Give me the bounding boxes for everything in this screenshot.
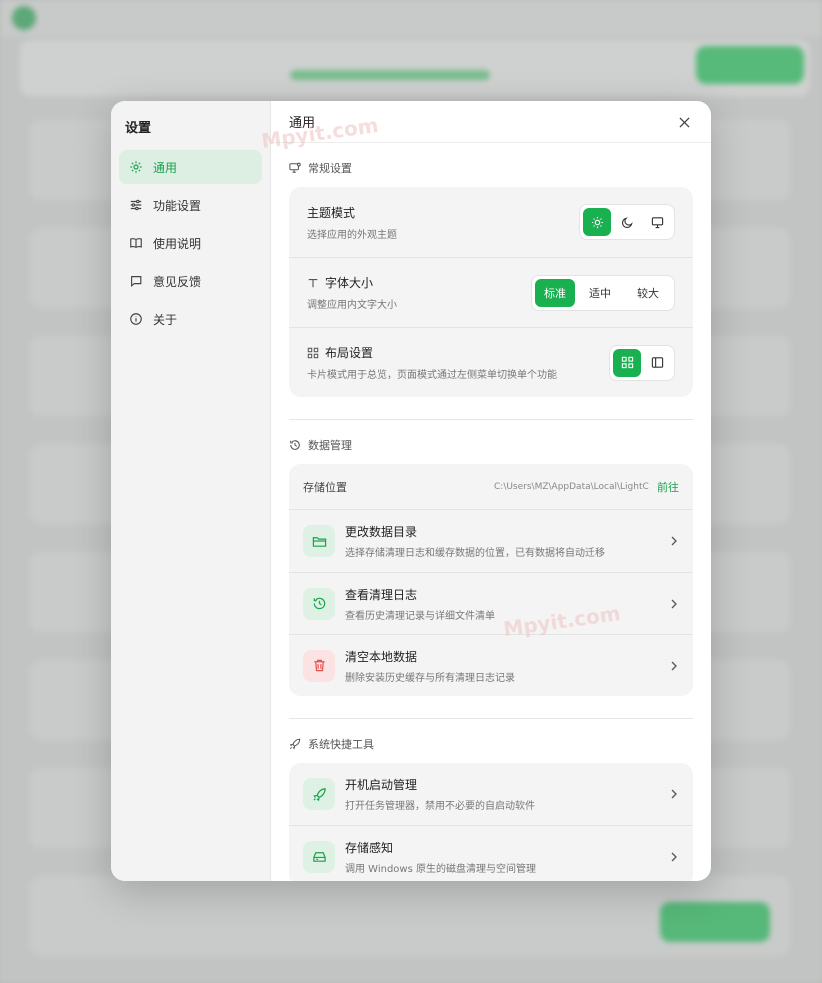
settings-content: 常规设置 主题模式 选择应用的外观主题 字体大小 调整应用内文字大小 标准 适中… <box>271 155 711 881</box>
theme-desc: 选择应用的外观主题 <box>307 229 397 241</box>
storage-label: 存储位置 <box>303 480 347 494</box>
sidebar-item-label: 使用说明 <box>153 236 202 251</box>
section-data-title: 数据管理 <box>289 432 693 458</box>
font-title: 字体大小 <box>307 274 397 291</box>
font-desc: 调整应用内文字大小 <box>307 300 397 311</box>
sidebar-item-features[interactable]: 功能设置 <box>119 188 262 222</box>
bg-progress <box>290 70 490 80</box>
layout-desc: 卡片模式用于总览，页面模式通过左侧菜单切换单个功能 <box>307 370 557 381</box>
font-row: 字体大小 调整应用内文字大小 标准 适中 较大 <box>289 257 693 327</box>
trash-icon <box>313 659 325 672</box>
font-medium-button[interactable]: 适中 <box>577 279 623 307</box>
page-title: 通用 <box>289 116 316 131</box>
layout-page-button[interactable] <box>643 349 671 377</box>
bg-button-2 <box>660 902 770 942</box>
theme-light-button[interactable] <box>583 208 611 236</box>
sun-icon <box>591 216 603 228</box>
drive-icon-box <box>303 840 335 873</box>
sidebar-item-about[interactable]: 关于 <box>119 302 262 336</box>
bg-logo <box>12 6 36 30</box>
drive-icon <box>312 852 326 862</box>
layout-card-button[interactable] <box>613 348 641 377</box>
main-header: 通用 <box>271 101 711 143</box>
rocket-small-icon <box>289 738 301 750</box>
layout-title: 布局设置 <box>307 344 557 361</box>
sidebar-item-label: 通用 <box>153 160 178 175</box>
folder-icon-box <box>303 525 335 557</box>
bg-header <box>20 40 810 96</box>
divider <box>289 419 693 420</box>
sidebar-item-guide[interactable]: 使用说明 <box>119 226 262 260</box>
close-icon <box>678 116 690 128</box>
layout-selector <box>609 344 675 381</box>
monitor-settings-icon <box>289 162 301 173</box>
tools-card: 开机启动管理 打开任务管理器，禁用不必要的自启动软件 存储感知 调用 Windo… <box>289 763 693 881</box>
sidebar-title: 设置 <box>125 121 152 136</box>
bg-topbar <box>0 0 822 36</box>
book-icon <box>129 236 143 250</box>
clear-local-data-row[interactable]: 清空本地数据 删除安装历史缓存与所有清理日志记录 <box>289 634 693 696</box>
rocket-icon <box>312 787 326 801</box>
font-large-button[interactable]: 较大 <box>625 279 671 307</box>
section-general-title: 常规设置 <box>289 155 693 181</box>
font-standard-button[interactable]: 标准 <box>535 278 575 307</box>
sidebar-item-label: 意见反馈 <box>153 274 202 289</box>
gear-icon <box>129 160 143 174</box>
theme-row: 主题模式 选择应用的外观主题 <box>289 187 693 257</box>
rocket-icon-box <box>303 778 335 810</box>
general-card: 主题模式 选择应用的外观主题 字体大小 调整应用内文字大小 标准 适中 较大 布… <box>289 187 693 397</box>
sidebar-item-label: 功能设置 <box>153 198 202 213</box>
view-clean-log-row[interactable]: 查看清理日志 查看历史清理记录与详细文件清单 <box>289 572 693 634</box>
sliders-icon <box>129 198 143 212</box>
grid-icon <box>621 356 633 369</box>
panel-icon <box>651 357 663 368</box>
chevron-right-icon <box>671 599 677 608</box>
grid-small-icon <box>307 347 319 358</box>
section-tools-title: 系统快捷工具 <box>289 731 693 757</box>
data-card: 存储位置 C:\Users\MZ\AppData\Local\LightC 前往… <box>289 464 693 696</box>
theme-title: 主题模式 <box>307 205 356 220</box>
chevron-right-icon <box>671 852 677 861</box>
layout-row: 布局设置 卡片模式用于总览，页面模式通过左侧菜单切换单个功能 <box>289 327 693 397</box>
settings-dialog: 设置 通用 功能设置 使用说明 意见反馈 关于 通用 Mpyit.com Mpy… <box>111 101 711 881</box>
settings-sidebar: 设置 通用 功能设置 使用说明 意见反馈 关于 <box>111 101 271 881</box>
moon-icon <box>621 216 633 228</box>
sidebar-item-feedback[interactable]: 意见反馈 <box>119 264 262 298</box>
folder-icon <box>312 536 326 547</box>
monitor-icon <box>651 216 663 228</box>
history-icon <box>313 597 325 610</box>
chevron-right-icon <box>671 536 677 546</box>
font-size-selector: 标准 适中 较大 <box>531 274 675 311</box>
theme-dark-button[interactable] <box>613 208 641 236</box>
history-small-icon <box>290 440 300 450</box>
history-icon-box <box>303 587 335 620</box>
storage-path: C:\Users\MZ\AppData\Local\LightC <box>494 481 649 492</box>
divider <box>289 718 693 719</box>
trash-icon-box <box>303 649 335 682</box>
close-button[interactable] <box>675 113 693 131</box>
startup-manager-row[interactable]: 开机启动管理 打开任务管理器，禁用不必要的自启动软件 <box>289 763 693 825</box>
chat-icon <box>129 274 143 288</box>
bg-button <box>696 46 804 84</box>
settings-main: 通用 Mpyit.com Mpyit.com 常规设置 主题模式 选择应用的外观… <box>260 101 711 881</box>
info-icon <box>129 312 143 326</box>
chevron-right-icon <box>671 661 677 670</box>
sidebar-item-general[interactable]: 通用 <box>119 150 262 184</box>
chevron-right-icon <box>671 789 677 799</box>
theme-selector <box>579 204 675 240</box>
theme-system-button[interactable] <box>643 208 671 236</box>
sidebar-item-label: 关于 <box>153 312 178 327</box>
change-data-dir-row[interactable]: 更改数据目录 选择存储清理日志和缓存数据的位置，已有数据将自动迁移 <box>289 510 693 572</box>
storage-location-row: 存储位置 C:\Users\MZ\AppData\Local\LightC 前往 <box>289 464 693 510</box>
open-storage-link[interactable]: 前往 <box>657 479 679 495</box>
storage-sense-row[interactable]: 存储感知 调用 Windows 原生的磁盘清理与空间管理 <box>289 825 693 881</box>
text-icon <box>308 278 318 287</box>
